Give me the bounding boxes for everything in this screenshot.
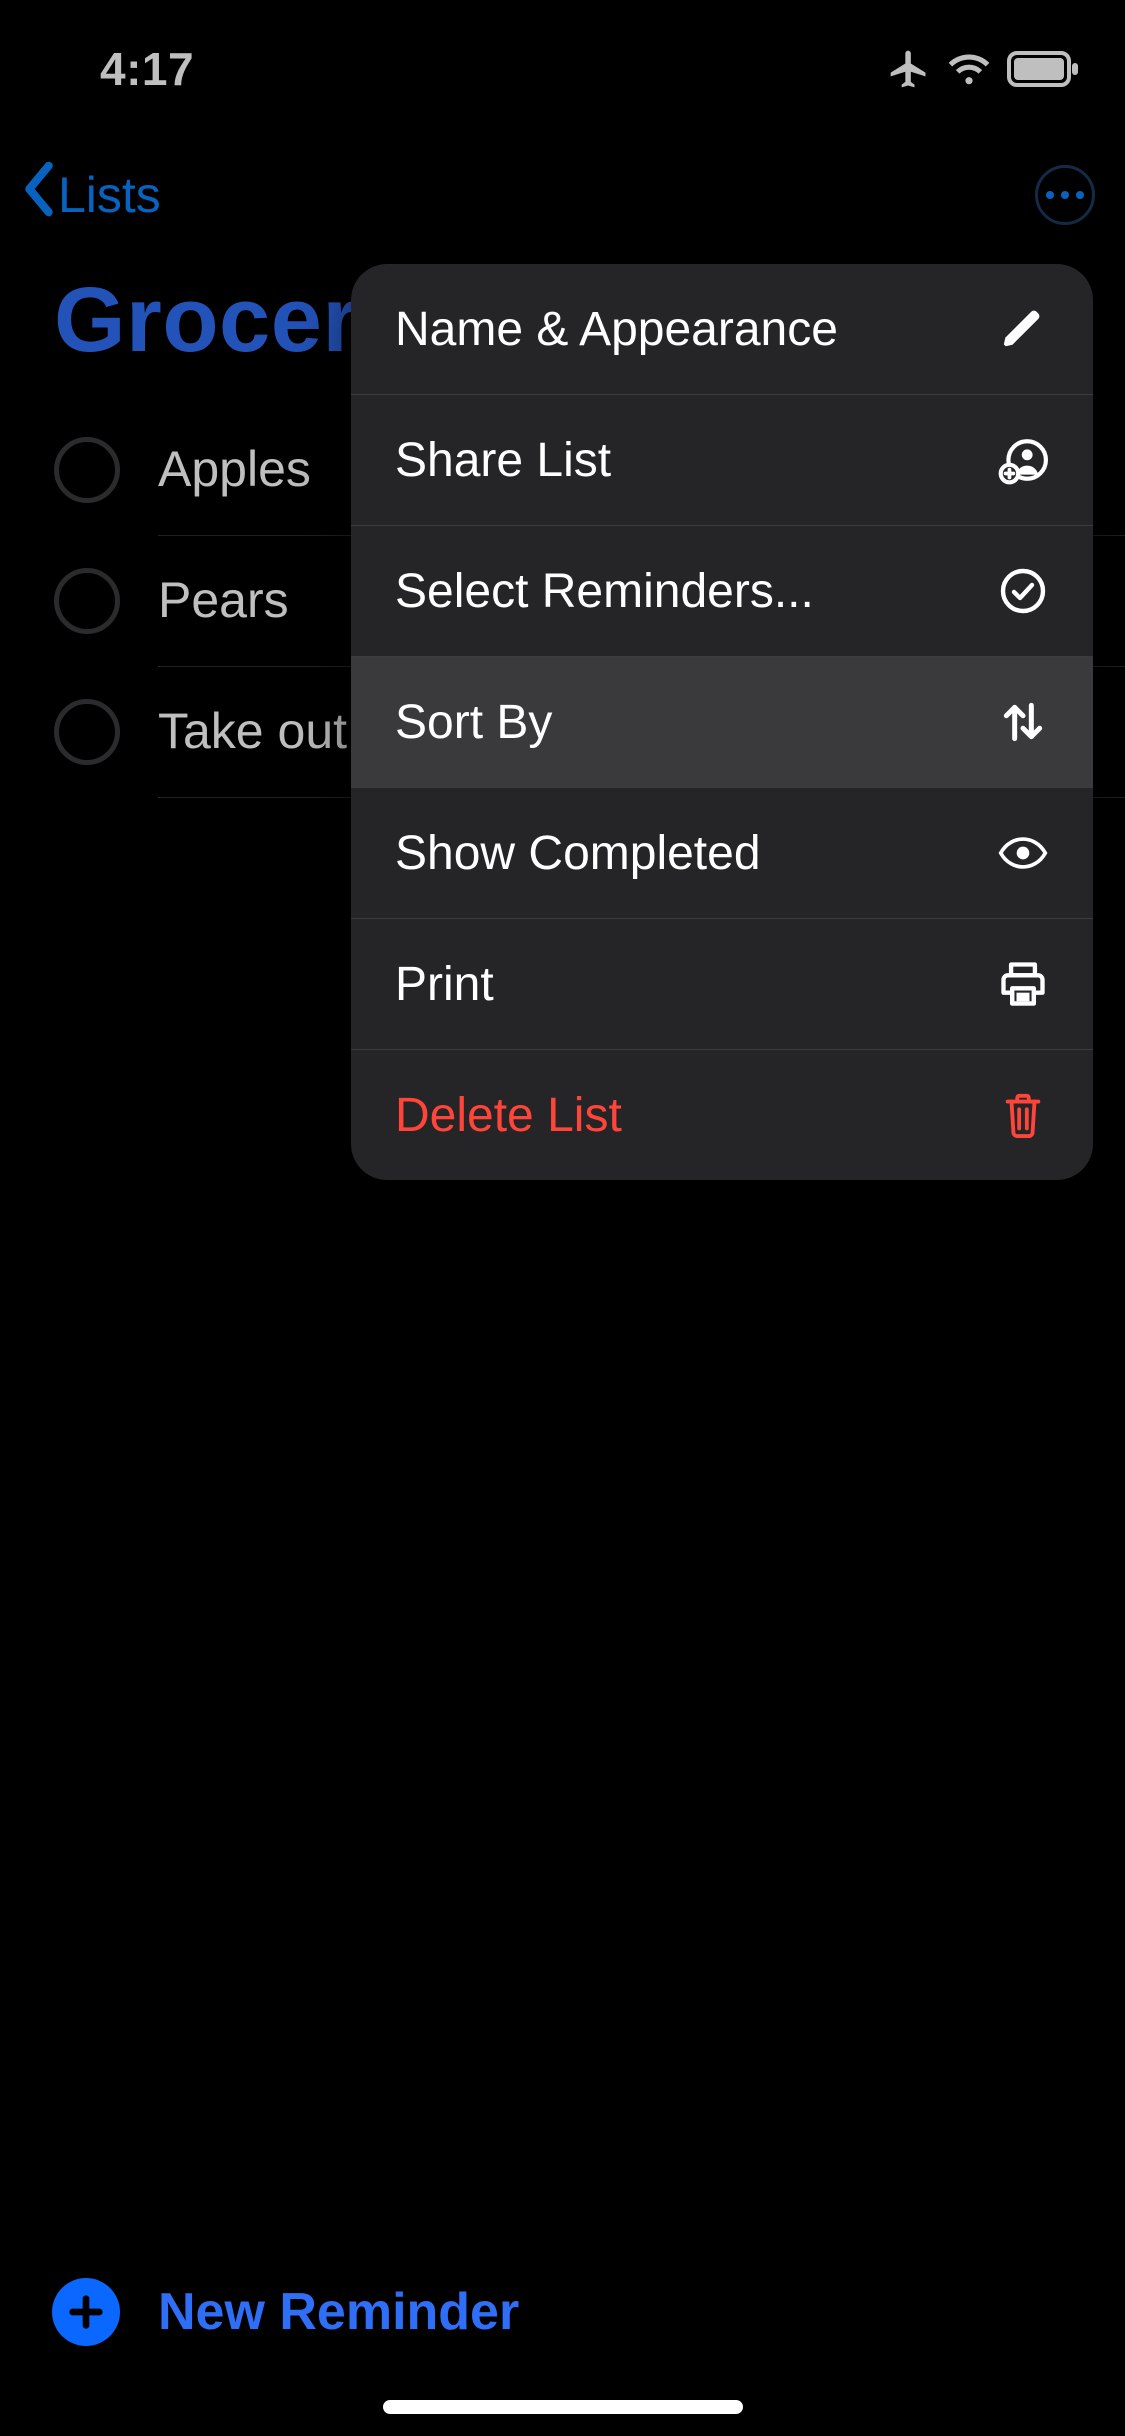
plus-circle-icon (52, 2278, 120, 2346)
menu-item-show-completed[interactable]: Show Completed (351, 788, 1093, 918)
context-menu: Name & Appearance Share List Select Remi… (351, 264, 1093, 1180)
menu-item-delete-list[interactable]: Delete List (351, 1050, 1093, 1180)
checkmark-circle-icon (997, 565, 1049, 617)
menu-item-label: Share List (395, 433, 611, 488)
menu-item-print[interactable]: Print (351, 919, 1093, 1049)
share-person-icon (997, 434, 1049, 486)
new-reminder-button[interactable]: New Reminder (0, 2278, 1125, 2346)
menu-item-name-appearance[interactable]: Name & Appearance (351, 264, 1093, 394)
menu-item-share-list[interactable]: Share List (351, 395, 1093, 525)
printer-icon (997, 958, 1049, 1010)
trash-icon (997, 1089, 1049, 1141)
menu-item-select-reminders[interactable]: Select Reminders... (351, 526, 1093, 656)
menu-item-label: Delete List (395, 1088, 622, 1143)
sort-arrows-icon (997, 696, 1049, 748)
pencil-icon (997, 303, 1049, 355)
menu-item-label: Show Completed (395, 826, 761, 881)
new-reminder-label: New Reminder (158, 2282, 519, 2342)
eye-icon (997, 827, 1049, 879)
menu-item-label: Print (395, 957, 494, 1012)
menu-item-label: Sort By (395, 695, 552, 750)
menu-item-label: Select Reminders... (395, 564, 814, 619)
menu-item-sort-by[interactable]: Sort By (351, 657, 1093, 787)
menu-item-label: Name & Appearance (395, 302, 838, 357)
home-indicator[interactable] (383, 2400, 743, 2414)
